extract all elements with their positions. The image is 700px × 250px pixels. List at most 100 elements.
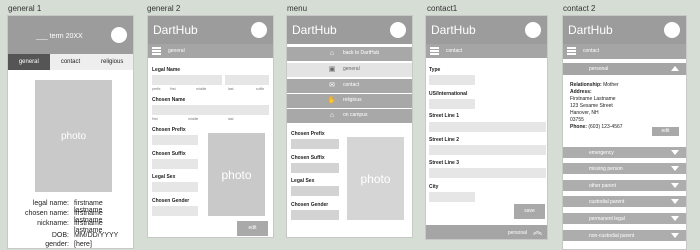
legal-part-prefix: prefix — [152, 87, 161, 91]
app-header: DartHub — [287, 16, 412, 44]
avatar[interactable] — [111, 27, 127, 43]
city-input[interactable] — [429, 192, 475, 202]
triangle-down-icon — [671, 166, 679, 171]
campus-icon: ⌂ — [329, 112, 335, 119]
triangle-down-icon — [671, 216, 679, 221]
chosen-prefix-label: Chosen Prefix — [291, 131, 325, 137]
avatar[interactable] — [525, 22, 541, 38]
profile-photo: photo — [208, 133, 265, 216]
hamburger-icon[interactable] — [430, 47, 439, 55]
app-header: DartHub — [148, 16, 273, 44]
screen-menu: DartHub Chosen Prefix Chosen Suffix Lega… — [286, 15, 413, 238]
chosen-part-last: last — [228, 117, 234, 121]
chosen-part-first: first — [152, 117, 158, 121]
street-line-3-input[interactable] — [429, 168, 546, 178]
envelope-icon: ✉ — [329, 82, 335, 89]
accordion-other-parent[interactable]: other parent — [563, 180, 686, 191]
legal-part-last: last — [228, 87, 234, 91]
screen-title-contact1: contact1 — [427, 4, 458, 13]
accordion-permanent-legal[interactable]: permanent legal — [563, 213, 686, 224]
triangle-down-icon — [671, 150, 679, 155]
chosen-prefix-input[interactable] — [152, 135, 198, 145]
chosen-name-label: Chosen Name — [152, 97, 186, 103]
screen-contact1: DartHub contact Type US/International St… — [425, 15, 548, 240]
app-logo[interactable]: DartHub — [153, 23, 198, 37]
street-line-1-input[interactable] — [429, 122, 546, 132]
avatar[interactable] — [664, 22, 680, 38]
chosen-gender-label: Chosen Gender — [152, 198, 190, 204]
screen-title-general1: general 1 — [8, 4, 42, 13]
street-line-3-label: Street Line 3 — [429, 160, 460, 166]
id-card-icon: ▣ — [328, 66, 336, 73]
hamburger-icon[interactable] — [567, 47, 576, 55]
chosen-prefix-input — [291, 139, 339, 149]
section-label: contact — [446, 48, 463, 54]
screen-title-menu: menu — [287, 4, 308, 13]
legal-name-label: Legal Name — [152, 67, 181, 73]
chosen-suffix-label: Chosen Suffix — [152, 151, 186, 157]
edit-button[interactable]: edit — [237, 221, 268, 236]
tab-general[interactable]: general — [8, 54, 50, 70]
legal-sex-label: Legal Sex — [152, 174, 176, 180]
chosen-gender-input — [291, 210, 339, 220]
chosen-part-middle: middle — [188, 117, 199, 121]
legal-name-input-b[interactable] — [225, 75, 269, 85]
edit-button[interactable]: edit — [652, 127, 679, 136]
personal-footer-bar[interactable]: personal ︽ — [426, 225, 547, 239]
menu-item-general[interactable]: ▣ general — [287, 63, 412, 77]
triangle-up-icon — [671, 66, 679, 71]
chosen-gender-input[interactable] — [152, 206, 198, 216]
personal-footer-label: personal — [507, 230, 527, 236]
tab-religious[interactable]: religious — [91, 54, 133, 70]
profile-photo: photo — [347, 137, 404, 220]
chosen-gender-label: Chosen Gender — [291, 202, 329, 208]
app-logo[interactable]: DartHub — [568, 23, 613, 37]
street-line-1-label: Street Line 1 — [429, 113, 460, 119]
screen-general1: ___ term 20XX general contact religious … — [7, 15, 134, 249]
menu-item-religious[interactable]: ✋ religious — [287, 94, 412, 108]
accordion-missing-person[interactable]: missing person — [563, 163, 686, 174]
us-international-label: US/International — [429, 91, 468, 97]
menu-item-back-to-darthub[interactable]: ⌂ back to DartHub — [287, 47, 412, 61]
save-button[interactable]: save — [514, 204, 545, 219]
chosen-suffix-input — [291, 163, 339, 173]
legal-part-first: first — [170, 87, 176, 91]
menu-item-on-campus[interactable]: ⌂ on campus — [287, 109, 412, 123]
chosen-name-input[interactable] — [152, 105, 269, 115]
section-bar: contact — [426, 44, 547, 58]
street-line-2-input[interactable] — [429, 145, 546, 155]
profile-photo: photo — [35, 80, 112, 192]
legal-part-suffix: suffix — [256, 87, 265, 91]
legal-sex-input[interactable] — [152, 182, 198, 192]
legal-part-middle: middle — [196, 87, 207, 91]
app-logo[interactable]: DartHub — [292, 23, 337, 37]
legal-sex-input — [291, 186, 339, 196]
type-input[interactable] — [429, 75, 475, 85]
accordion-emergency[interactable]: emergency — [563, 147, 686, 158]
chosen-suffix-input[interactable] — [152, 159, 198, 169]
menu-item-contact[interactable]: ✉ contact — [287, 79, 412, 93]
legal-name-input-a[interactable] — [152, 75, 222, 85]
triangle-down-icon — [671, 183, 679, 188]
accordion-custodial-parent[interactable]: custodial parent — [563, 196, 686, 207]
us-international-input[interactable] — [429, 99, 475, 109]
section-bar: general — [148, 44, 273, 58]
accordion-personal[interactable]: personal — [563, 63, 686, 75]
tab-contact[interactable]: contact — [49, 54, 92, 70]
screen-general2: DartHub general Legal Name prefix first … — [147, 15, 274, 238]
screen-title-general2: general 2 — [147, 4, 181, 13]
hamburger-icon[interactable] — [152, 47, 161, 55]
avatar[interactable] — [251, 22, 267, 38]
profile-header: ___ term 20XX — [8, 16, 133, 54]
app-header: DartHub — [426, 16, 547, 44]
accordion-non-custodial-parent[interactable]: non-custodial parent — [563, 230, 686, 241]
double-chevron-up-icon: ︽ — [532, 226, 542, 236]
chosen-suffix-label: Chosen Suffix — [291, 155, 325, 161]
chosen-prefix-label: Chosen Prefix — [152, 127, 186, 133]
app-logo[interactable]: DartHub — [431, 23, 476, 37]
type-label: Type — [429, 67, 441, 73]
hands-icon: ✋ — [327, 97, 337, 104]
avatar[interactable] — [390, 22, 406, 38]
screen-title-contact2: contact 2 — [563, 4, 596, 13]
street-line-2-label: Street Line 2 — [429, 137, 460, 143]
